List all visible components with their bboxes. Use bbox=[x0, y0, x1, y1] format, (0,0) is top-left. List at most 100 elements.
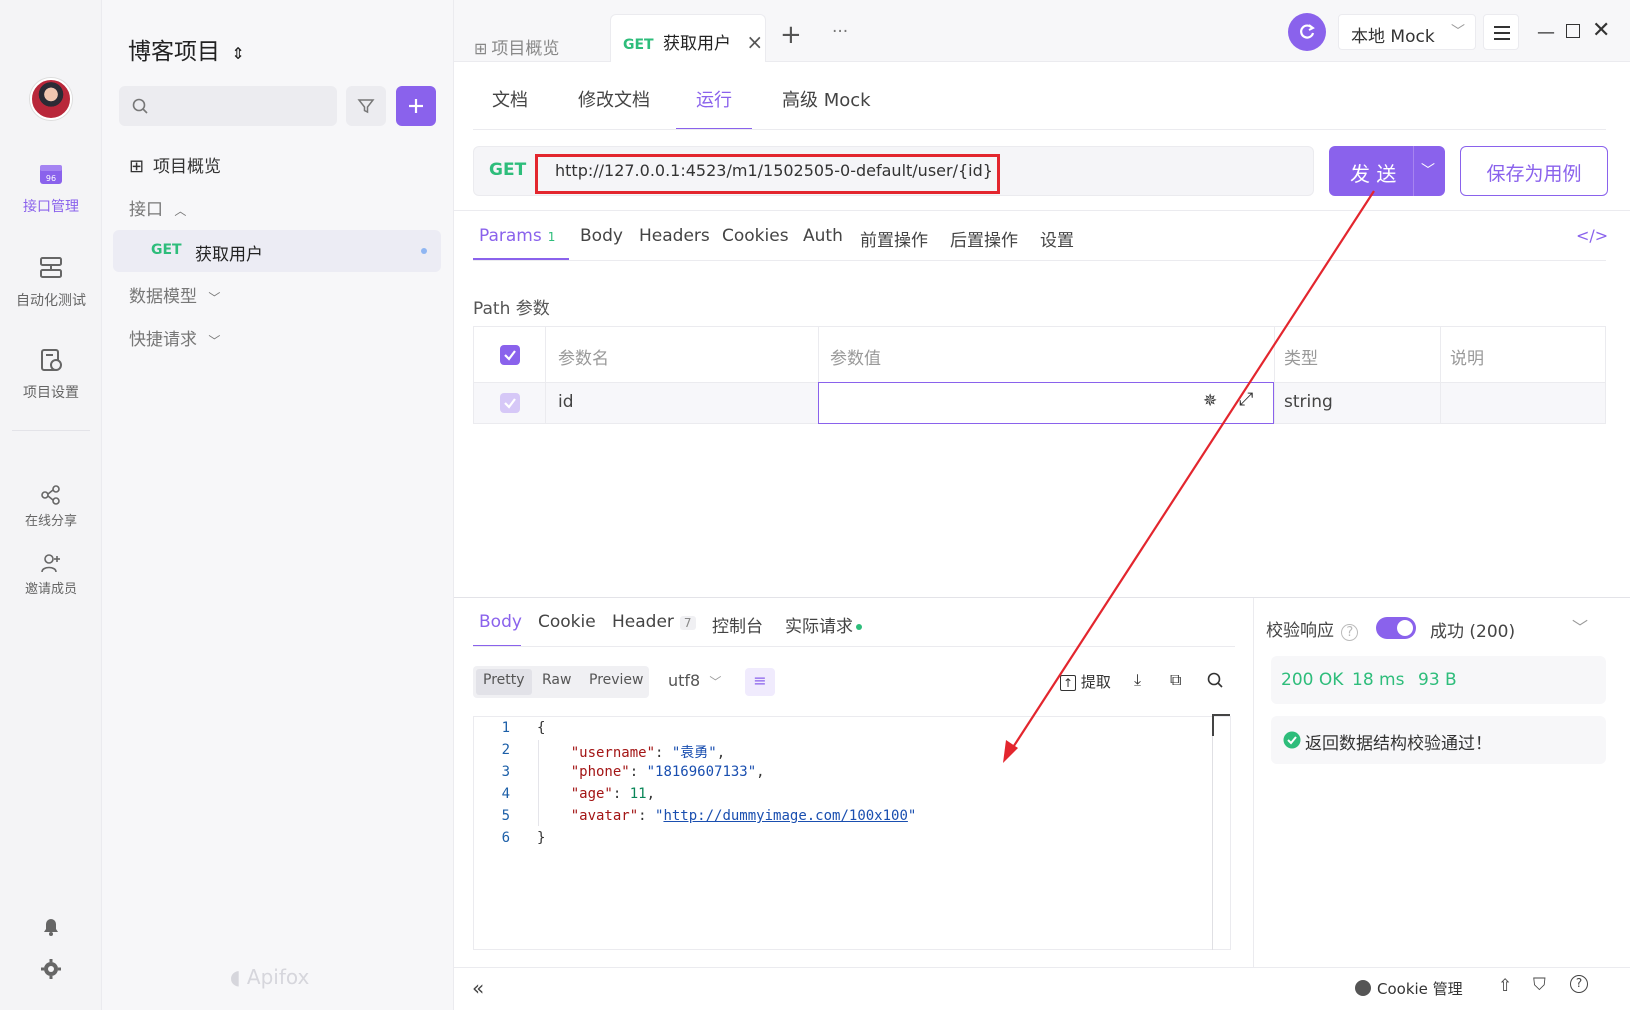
rail-invite[interactable]: 邀请成员 bbox=[0, 552, 102, 597]
response-tab-body[interactable]: Body bbox=[479, 612, 522, 632]
shirt-icon[interactable]: ⛉ bbox=[1533, 975, 1546, 995]
filter-button[interactable] bbox=[346, 86, 386, 126]
project-title[interactable]: 博客项目 ⇕ bbox=[128, 32, 245, 66]
response-tab-header[interactable]: Header 7 bbox=[612, 612, 696, 632]
rail-api-management[interactable]: 96 接口管理 bbox=[0, 160, 102, 216]
bell-icon[interactable] bbox=[39, 914, 63, 938]
method-select[interactable]: GET bbox=[489, 160, 526, 180]
brand-text: Apifox bbox=[246, 965, 310, 989]
select-all-checkbox[interactable] bbox=[500, 345, 520, 365]
download-icon[interactable]: ⤓ bbox=[1134, 670, 1141, 690]
upload-circle-icon[interactable]: ⇧ bbox=[1498, 976, 1512, 996]
close-icon[interactable]: × bbox=[746, 30, 763, 54]
close-window-icon[interactable]: ✕ bbox=[1592, 18, 1610, 43]
magic-wand-icon[interactable]: ✵ bbox=[1203, 391, 1217, 411]
header-count-badge: 7 bbox=[679, 616, 696, 630]
menu-button[interactable] bbox=[1483, 14, 1519, 50]
sidebar-group-data-models[interactable]: 数据模型 ﹀ bbox=[129, 282, 220, 307]
add-button[interactable] bbox=[396, 86, 436, 126]
code-line: "avatar": "http://dummyimage.com/100x100… bbox=[570, 808, 917, 824]
validate-toggle[interactable] bbox=[1376, 617, 1416, 639]
minimize-icon[interactable]: — bbox=[1537, 22, 1555, 43]
rail-label: 接口管理 bbox=[23, 199, 79, 215]
apifox-logo-icon: ◖ bbox=[230, 965, 241, 989]
validation-result-select[interactable]: 成功 (200) bbox=[1430, 617, 1515, 642]
save-as-case-button[interactable]: 保存为用例 bbox=[1460, 146, 1608, 196]
copy-icon[interactable]: ⧉ bbox=[1170, 670, 1181, 690]
json-avatar-link[interactable]: http://dummyimage.com/100x100 bbox=[663, 808, 907, 824]
tab-pre-processors[interactable]: 前置操作 bbox=[860, 226, 928, 251]
environment-select[interactable]: 本地 Mock ﹀ bbox=[1338, 14, 1476, 50]
rail-share[interactable]: 在线分享 bbox=[0, 484, 102, 529]
sync-button[interactable] bbox=[1288, 13, 1326, 51]
expand-icon[interactable]: ⤢ bbox=[1239, 389, 1253, 410]
view-raw[interactable]: Raw bbox=[542, 672, 571, 688]
tab-post-processors[interactable]: 后置操作 bbox=[950, 226, 1018, 251]
view-pretty[interactable]: Pretty bbox=[483, 672, 525, 688]
param-value-input[interactable]: ✵ ⤢ bbox=[818, 382, 1274, 424]
help-icon[interactable]: ? bbox=[1341, 624, 1359, 641]
hamburger-icon bbox=[1494, 26, 1510, 40]
search-icon[interactable] bbox=[1206, 671, 1224, 689]
rail-label: 项目设置 bbox=[23, 385, 79, 401]
tab-cookies[interactable]: Cookies bbox=[722, 226, 789, 246]
tab-overview[interactable]: ⊞ 项目概览 bbox=[468, 14, 602, 62]
chevron-down-icon[interactable]: ﹀ bbox=[1421, 160, 1435, 180]
help-icon[interactable]: ? bbox=[1570, 975, 1588, 993]
response-tab-actual-request[interactable]: 实际请求 bbox=[785, 612, 862, 637]
api-folder-icon: 96 bbox=[40, 165, 62, 184]
tab-label: 获取用户 bbox=[663, 34, 732, 54]
collapse-sidebar-icon[interactable]: « bbox=[472, 976, 484, 1000]
subtab-doc[interactable]: 文档 bbox=[492, 86, 528, 112]
extract-button[interactable]: ↑ 提取 bbox=[1060, 671, 1111, 692]
subtab-run[interactable]: 运行 bbox=[696, 86, 732, 112]
row-checkbox[interactable] bbox=[500, 393, 520, 413]
subtab-advanced-mock[interactable]: 高级 Mock bbox=[782, 86, 871, 112]
url-input[interactable]: http://127.0.0.1:4523/m1/1502505-0-defau… bbox=[555, 161, 993, 180]
search-input[interactable] bbox=[119, 86, 337, 126]
sidebar-group-interfaces[interactable]: 接口 ︿ bbox=[129, 195, 186, 220]
column-header-type: 类型 bbox=[1284, 349, 1318, 369]
chevron-down-icon[interactable]: ﹀ bbox=[1572, 614, 1588, 638]
tab-get-user[interactable]: GET 获取用户 × bbox=[610, 14, 766, 62]
code-line: } bbox=[537, 830, 546, 846]
send-button[interactable]: 发 送 ﹀ bbox=[1329, 146, 1445, 196]
tab-headers[interactable]: Headers bbox=[639, 226, 710, 246]
code-line: "phone": "18169607133", bbox=[570, 764, 765, 780]
minimap-thumb[interactable] bbox=[1212, 714, 1230, 736]
response-tab-cookie[interactable]: Cookie bbox=[538, 612, 596, 632]
tab-body[interactable]: Body bbox=[580, 226, 623, 246]
tree-item-get-user[interactable]: GET 获取用户 bbox=[113, 230, 441, 272]
code-icon[interactable]: </> bbox=[1576, 226, 1608, 245]
maximize-icon[interactable] bbox=[1566, 24, 1580, 38]
rail-project-settings[interactable]: 项目设置 bbox=[0, 346, 102, 402]
subtab-edit-doc[interactable]: 修改文档 bbox=[578, 86, 650, 112]
add-tab-button[interactable]: + bbox=[780, 20, 802, 50]
wrap-lines-icon[interactable]: ≡ bbox=[745, 668, 775, 696]
sidebar-group-quick-requests[interactable]: 快捷请求 ﹀ bbox=[129, 325, 220, 350]
response-tab-console[interactable]: 控制台 bbox=[712, 612, 763, 637]
view-preview[interactable]: Preview bbox=[589, 672, 644, 688]
cookie-manage-button[interactable]: Cookie 管理 bbox=[1355, 978, 1463, 999]
code-scrollbar[interactable] bbox=[1212, 716, 1213, 950]
pane-divider[interactable] bbox=[454, 597, 1630, 598]
tab-auth[interactable]: Auth bbox=[803, 226, 843, 246]
sidebar-item-overview[interactable]: ⊞ 项目概览 bbox=[129, 152, 221, 177]
cookie-manage-label: Cookie 管理 bbox=[1377, 980, 1463, 998]
rail-auto-test[interactable]: 自动化测试 bbox=[0, 254, 102, 310]
check-circle-icon bbox=[1283, 731, 1301, 749]
more-tabs-button[interactable]: ··· bbox=[832, 22, 848, 42]
tree-item-label: 获取用户 bbox=[195, 245, 263, 265]
gear-icon[interactable] bbox=[39, 957, 63, 981]
encoding-select[interactable]: utf8 ﹀ bbox=[668, 671, 721, 690]
check-icon bbox=[504, 350, 516, 361]
validation-message-card: 返回数据结构校验通过！ bbox=[1271, 716, 1606, 764]
divider bbox=[454, 210, 1630, 211]
unsaved-dot bbox=[421, 248, 427, 254]
avatar[interactable] bbox=[30, 78, 72, 120]
chevron-up-icon: ︿ bbox=[174, 204, 187, 218]
divider bbox=[473, 646, 1235, 647]
tab-params[interactable]: Params 1 bbox=[479, 226, 555, 246]
tab-settings[interactable]: 设置 bbox=[1040, 226, 1074, 251]
panel-divider bbox=[1253, 598, 1254, 968]
